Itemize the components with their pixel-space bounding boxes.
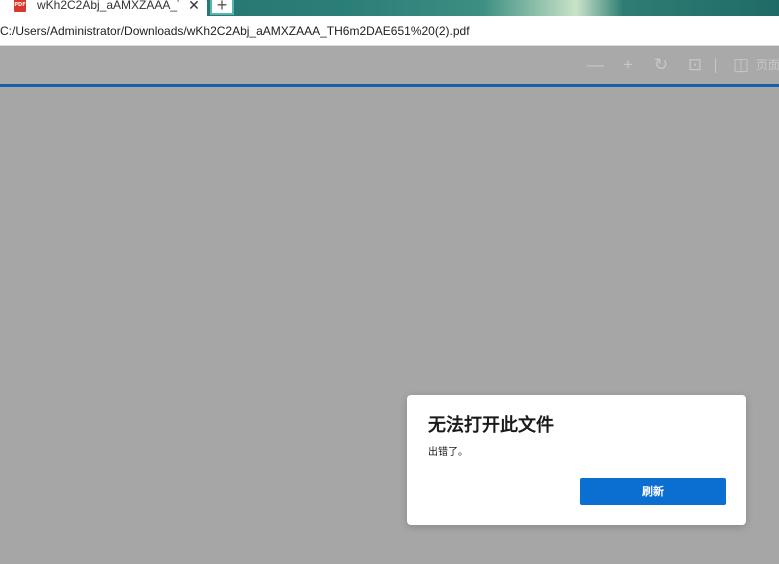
url-text[interactable]: C:/Users/Administrator/Downloads/wKh2C2A…	[0, 23, 470, 39]
rotate-icon[interactable]: ↻	[653, 56, 669, 74]
error-dialog: 无法打开此文件 出错了。 刷新	[407, 395, 746, 525]
refresh-button[interactable]: 刷新	[580, 478, 726, 505]
zoom-in-icon[interactable]: +	[620, 56, 636, 74]
zoom-out-icon[interactable]: —	[587, 56, 604, 74]
fit-page-icon[interactable]: ⊡	[686, 56, 704, 74]
toolbar-divider	[715, 58, 716, 73]
tab-strip: PDF wKh2C2Abj_aAMXZAAA_TH6m2 ✕ +	[0, 0, 779, 16]
tab-title: wKh2C2Abj_aAMXZAAA_TH6m2	[37, 0, 179, 12]
page-view-label[interactable]: 页面	[756, 56, 779, 74]
dialog-title: 无法打开此文件	[428, 415, 554, 436]
address-bar[interactable]: C:/Users/Administrator/Downloads/wKh2C2A…	[0, 16, 779, 46]
pdf-toolbar: — + ↻ ⊡ ◫ 页面	[0, 46, 779, 84]
pdf-file-icon: PDF	[14, 0, 26, 12]
new-tab-button[interactable]: +	[210, 0, 234, 15]
close-tab-icon[interactable]: ✕	[186, 0, 202, 14]
page-view-icon[interactable]: ◫	[733, 56, 749, 74]
browser-tab[interactable]: PDF wKh2C2Abj_aAMXZAAA_TH6m2 ✕	[0, 0, 207, 16]
dialog-message: 出错了。	[428, 447, 468, 458]
